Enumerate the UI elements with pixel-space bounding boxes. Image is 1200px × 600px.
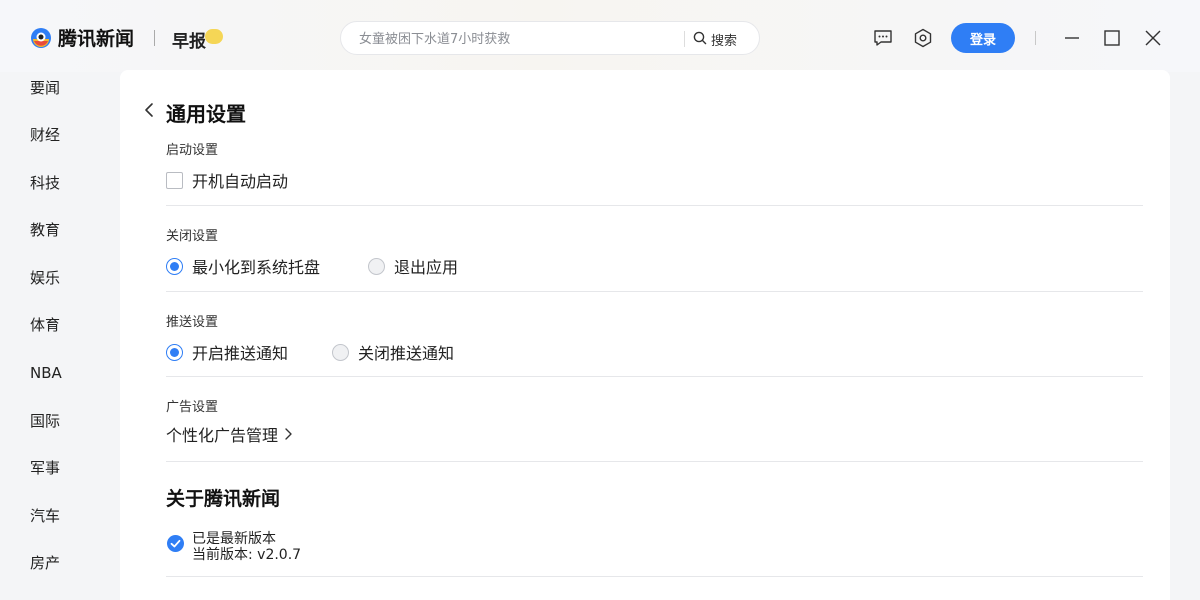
zaobao-link[interactable]: 早报 bbox=[172, 27, 206, 52]
sidebar-item-fangchan[interactable]: 房产 bbox=[30, 552, 60, 574]
check-circle-icon bbox=[167, 535, 184, 552]
auto-start-checkbox-option[interactable]: 开机自动启动 bbox=[166, 168, 288, 192]
close-option-exit-label: 退出应用 bbox=[394, 258, 459, 277]
section-label-close: 关闭设置 bbox=[166, 229, 219, 244]
message-icon[interactable] bbox=[872, 27, 894, 49]
zaobao-sun-icon bbox=[205, 29, 223, 44]
brand-separator bbox=[154, 30, 155, 46]
push-option-enable-label: 开启推送通知 bbox=[192, 344, 289, 363]
brand-logo[interactable]: 腾讯新闻 bbox=[30, 24, 134, 51]
section-divider bbox=[166, 376, 1143, 377]
sidebar-item-junshi[interactable]: 军事 bbox=[30, 457, 60, 479]
minimize-icon[interactable] bbox=[1061, 27, 1083, 49]
radio-exit-app[interactable] bbox=[368, 257, 385, 275]
close-option-exit[interactable]: 退出应用 bbox=[368, 254, 458, 278]
section-label-push: 推送设置 bbox=[166, 315, 219, 330]
sidebar-item-qiche[interactable]: 汽车 bbox=[30, 505, 60, 527]
current-version: 当前版本: v2.0.7 bbox=[192, 547, 302, 563]
section-divider bbox=[166, 291, 1143, 292]
sidebar-item-guoji[interactable]: 国际 bbox=[30, 410, 60, 432]
settings-icon[interactable] bbox=[912, 27, 934, 49]
auto-start-checkbox[interactable] bbox=[166, 171, 183, 189]
settings-panel: 通用设置 启动设置 开机自动启动 关闭设置 最小化到系统托盘 退出应用 推送设置… bbox=[120, 70, 1170, 600]
section-label-ads: 广告设置 bbox=[166, 400, 219, 415]
section-label-startup: 启动设置 bbox=[166, 143, 219, 158]
login-button[interactable]: 登录 bbox=[951, 23, 1015, 53]
close-option-minimize[interactable]: 最小化到系统托盘 bbox=[166, 254, 320, 278]
sidebar-item-yule[interactable]: 娱乐 bbox=[30, 267, 60, 289]
tencent-news-logo-icon bbox=[30, 27, 52, 49]
chevron-right-icon bbox=[283, 426, 293, 442]
section-divider bbox=[166, 576, 1143, 577]
toolbar-separator bbox=[1035, 31, 1036, 45]
push-option-disable-label: 关闭推送通知 bbox=[358, 344, 455, 363]
personalized-ads-link[interactable]: 个性化广告管理 bbox=[166, 422, 293, 446]
push-option-disable[interactable]: 关闭推送通知 bbox=[332, 340, 454, 364]
radio-push-disable[interactable] bbox=[332, 343, 349, 361]
page-title: 通用设置 bbox=[166, 102, 246, 126]
sidebar-item-tiyu[interactable]: 体育 bbox=[30, 314, 60, 336]
radio-minimize-tray[interactable] bbox=[166, 257, 183, 275]
search-input[interactable] bbox=[359, 29, 679, 49]
search-divider bbox=[684, 31, 685, 47]
push-option-enable[interactable]: 开启推送通知 bbox=[166, 340, 288, 364]
search-button[interactable]: 搜索 bbox=[693, 29, 737, 49]
close-icon[interactable] bbox=[1142, 27, 1164, 49]
about-title: 关于腾讯新闻 bbox=[166, 488, 281, 510]
radio-push-enable[interactable] bbox=[166, 343, 183, 361]
maximize-icon[interactable] bbox=[1101, 27, 1123, 49]
sidebar-item-yaowen[interactable]: 要闻 bbox=[30, 77, 60, 99]
sidebar-item-keji[interactable]: 科技 bbox=[30, 172, 60, 194]
sidebar-item-caijing[interactable]: 财经 bbox=[30, 124, 60, 146]
back-arrow-icon[interactable] bbox=[142, 100, 156, 120]
personalized-ads-label: 个性化广告管理 bbox=[166, 426, 279, 445]
search-bar: 搜索 bbox=[340, 21, 760, 55]
close-option-minimize-label: 最小化到系统托盘 bbox=[192, 258, 321, 277]
search-icon bbox=[693, 30, 707, 49]
sidebar-item-nba[interactable]: NBA bbox=[30, 362, 62, 384]
sidebar-item-jiaoyu[interactable]: 教育 bbox=[30, 219, 60, 241]
section-divider bbox=[166, 205, 1143, 206]
brand-name: 腾讯新闻 bbox=[58, 28, 135, 50]
sidebar-nav: 要闻 财经 科技 教育 娱乐 体育 NBA 国际 军事 汽车 房产 bbox=[0, 72, 120, 600]
search-button-label: 搜索 bbox=[711, 33, 738, 49]
auto-start-label: 开机自动启动 bbox=[192, 172, 289, 191]
title-bar: 腾讯新闻 早报 搜索 登录 bbox=[0, 0, 1200, 72]
section-divider bbox=[166, 461, 1143, 462]
